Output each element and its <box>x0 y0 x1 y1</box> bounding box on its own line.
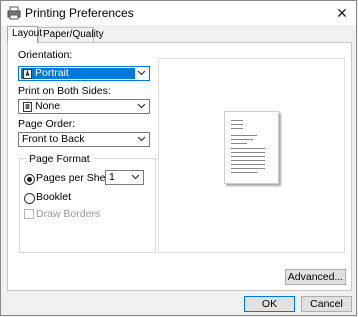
window-title: Printing Preferences <box>25 6 134 20</box>
tab-layout[interactable]: Layout <box>7 26 42 43</box>
cancel-button[interactable]: Cancel <box>301 296 352 312</box>
page-format-title: Page Format <box>26 153 93 165</box>
chevron-down-icon <box>137 103 146 109</box>
draw-borders-checkbox[interactable] <box>24 209 34 219</box>
layout-panel: Orientation: Portrait Print on Both Side… <box>7 42 352 291</box>
booklet-radio[interactable] <box>24 193 35 204</box>
pages-per-sheet-select[interactable]: 1 <box>105 170 144 185</box>
printer-icon <box>7 6 21 20</box>
close-icon: ✕ <box>336 5 348 21</box>
chevron-down-icon <box>137 136 146 142</box>
tab-paper-quality[interactable]: Paper/Quality <box>38 27 104 42</box>
page-preview-thumbnail <box>224 111 279 184</box>
close-button[interactable]: ✕ <box>334 5 350 21</box>
pages-per-sheet-label: Pages per Sheet <box>36 172 115 184</box>
radio-selected-dot <box>27 177 32 182</box>
orientation-label: Orientation: <box>18 49 73 61</box>
page-order-label: Page Order: <box>18 118 76 130</box>
page-order-select[interactable]: Front to Back <box>18 132 150 147</box>
advanced-button[interactable]: Advanced... <box>285 269 346 285</box>
print-both-sides-value: None <box>35 100 61 112</box>
page-order-value: Front to Back <box>22 133 85 145</box>
title-bar: Printing Preferences ✕ <box>1 1 356 25</box>
chevron-down-icon <box>131 174 140 180</box>
booklet-label: Booklet <box>36 191 72 203</box>
pages-per-sheet-value: 1 <box>109 171 115 183</box>
pages-per-sheet-radio[interactable] <box>24 174 35 185</box>
orientation-value: Portrait <box>35 67 69 79</box>
portrait-page-icon <box>23 69 32 79</box>
layout-preview <box>158 58 345 253</box>
print-both-sides-select[interactable]: None <box>18 99 150 114</box>
chevron-down-icon <box>137 70 146 76</box>
ok-button[interactable]: OK <box>244 296 295 312</box>
print-both-sides-label: Print on Both Sides: <box>18 85 111 97</box>
duplex-page-icon <box>23 102 32 112</box>
draw-borders-label: Draw Borders <box>36 208 101 220</box>
orientation-select[interactable]: Portrait <box>18 66 150 81</box>
printing-preferences-dialog: Printing Preferences ✕ Layout Paper/Qual… <box>0 0 357 316</box>
